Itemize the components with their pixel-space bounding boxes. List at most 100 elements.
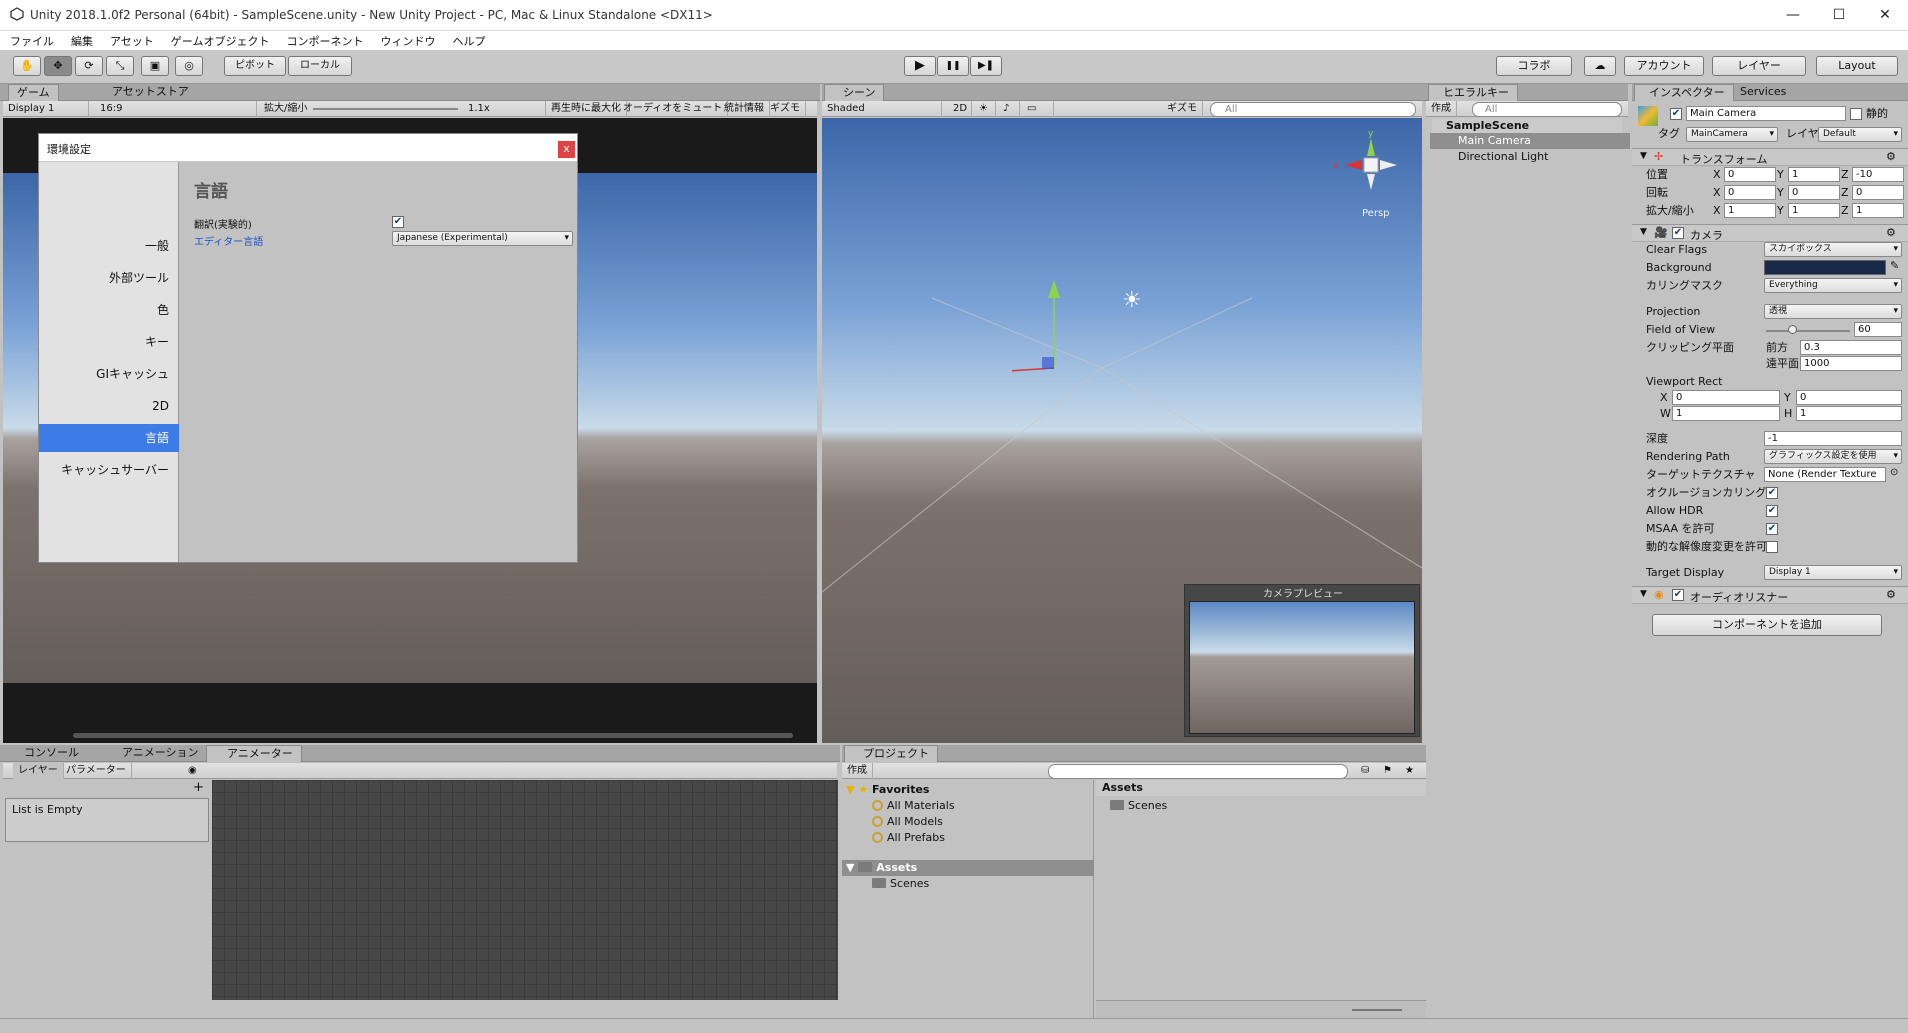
pref-gi-cache[interactable]: GIキャッシュ <box>39 360 179 388</box>
tab-game[interactable]: ゲーム <box>8 84 59 101</box>
tag-dropdown[interactable]: MainCamera <box>1686 127 1778 142</box>
pref-language[interactable]: 言語 <box>39 424 179 452</box>
rot-z-input[interactable]: 0 <box>1852 185 1904 200</box>
hierarchy-search-input[interactable]: All <box>1472 102 1622 117</box>
filter-type-icon[interactable]: ⛁ <box>1356 763 1374 779</box>
effects-dropdown-icon[interactable]: ▭ <box>1022 101 1054 117</box>
pref-general[interactable]: 一般 <box>39 232 179 260</box>
scale-slider[interactable] <box>313 108 458 110</box>
far-input[interactable]: 1000 <box>1800 356 1902 371</box>
scene-root-item[interactable]: SampleScene <box>1432 118 1622 133</box>
hand-tool-icon[interactable]: ✋ <box>13 56 41 76</box>
audio-settings-gear-icon[interactable]: ⚙ <box>1886 588 1896 601</box>
icon-size-slider[interactable] <box>1352 1009 1402 1011</box>
fav-all-materials[interactable]: All Materials <box>872 798 955 814</box>
shading-dropdown[interactable]: Shaded <box>822 101 942 117</box>
tab-console[interactable]: コンソール <box>6 745 87 762</box>
editor-language-dropdown[interactable]: Japanese (Experimental) <box>392 231 573 246</box>
transform-header[interactable]: ▼ ✢ トランスフォーム ⚙ <box>1632 148 1908 166</box>
assets-breadcrumb[interactable]: Assets <box>1096 780 1426 796</box>
project-create-dropdown[interactable]: 作成 <box>842 763 873 779</box>
favorites-node[interactable]: ▼ ★ Favorites <box>846 782 929 798</box>
audio-toggle-icon[interactable]: ♪ <box>998 101 1020 117</box>
scale-y-input[interactable]: 1 <box>1788 203 1840 218</box>
object-picker-icon[interactable]: ⊙ <box>1890 467 1898 478</box>
pref-2d[interactable]: 2D <box>39 392 179 420</box>
pos-x-input[interactable]: 0 <box>1724 167 1776 182</box>
eyedropper-icon[interactable]: ✎ <box>1890 259 1899 272</box>
viewport-h-input[interactable]: 1 <box>1796 406 1902 421</box>
directional-light-icon[interactable]: ☀ <box>1122 288 1142 313</box>
2d-toggle[interactable]: 2D <box>948 101 972 117</box>
culling-mask-dropdown[interactable]: Everything <box>1764 278 1902 293</box>
scene-gizmos-dropdown[interactable]: ギズモ <box>1162 101 1203 117</box>
pos-y-input[interactable]: 1 <box>1788 167 1840 182</box>
animator-graph[interactable] <box>212 780 838 1000</box>
target-texture-field[interactable]: None (Render Texture <box>1764 467 1886 482</box>
hierarchy-item-directional-light[interactable]: Directional Light <box>1430 149 1630 165</box>
menu-edit[interactable]: 編集 <box>61 31 100 49</box>
tab-inspector[interactable]: インスペクター <box>1634 84 1734 101</box>
scene-search-input[interactable]: All <box>1210 102 1416 117</box>
rot-x-input[interactable]: 0 <box>1724 185 1776 200</box>
pref-cache-server[interactable]: キャッシュサーバー <box>39 456 179 484</box>
tab-project[interactable]: プロジェクト <box>844 745 938 762</box>
layer-dropdown[interactable]: Default <box>1818 127 1902 142</box>
account-dropdown[interactable]: アカウント <box>1624 56 1704 76</box>
settings-gear-icon[interactable]: ⚙ <box>1886 150 1896 163</box>
layout-dropdown[interactable]: Layout <box>1816 56 1898 76</box>
play-button[interactable]: ▶ <box>904 56 936 76</box>
scale-x-input[interactable]: 1 <box>1724 203 1776 218</box>
pos-z-input[interactable]: -10 <box>1852 167 1904 182</box>
orientation-gizmo-icon[interactable]: y x <box>1327 128 1417 208</box>
project-search-input[interactable] <box>1048 764 1348 779</box>
menu-gameobject[interactable]: ゲームオブジェクト <box>161 31 277 49</box>
menu-assets[interactable]: アセット <box>100 31 161 49</box>
minimize-button[interactable]: — <box>1770 0 1816 31</box>
favorite-star-icon[interactable]: ★ <box>1400 763 1419 779</box>
pref-colors[interactable]: 色 <box>39 296 179 324</box>
rotate-tool-icon[interactable]: ⟳ <box>75 56 103 76</box>
cloud-icon[interactable]: ☁ <box>1584 56 1616 76</box>
grid-scenes-folder[interactable]: Scenes <box>1110 798 1167 814</box>
add-layer-button[interactable]: + <box>193 780 204 795</box>
background-color-swatch[interactable] <box>1764 260 1886 275</box>
tab-hierarchy[interactable]: ヒエラルキー <box>1428 84 1518 101</box>
scene-view[interactable]: ☀ y x Persp カメラプレビュー <box>822 118 1422 743</box>
fov-slider-thumb[interactable] <box>1788 325 1797 334</box>
depth-input[interactable]: -1 <box>1764 431 1902 446</box>
camera-header[interactable]: ▼ 🎥 ✔ カメラ ⚙ <box>1632 224 1908 242</box>
viewport-w-input[interactable]: 1 <box>1672 406 1780 421</box>
rect-tool-icon[interactable]: ▣ <box>141 56 169 76</box>
close-window-button[interactable]: ✕ <box>1862 0 1908 31</box>
move-tool-icon[interactable]: ✥ <box>44 56 72 76</box>
assets-node[interactable]: ▼ Assets <box>842 860 1094 876</box>
fav-all-models[interactable]: All Models <box>872 814 943 830</box>
pref-keys[interactable]: キー <box>39 328 179 356</box>
tab-asset-store[interactable]: アセットストア <box>104 84 197 101</box>
tab-services[interactable]: Services <box>1732 84 1794 101</box>
lighting-toggle-icon[interactable]: ☀ <box>974 101 996 117</box>
audio-listener-header[interactable]: ▼ ◉ ✔ オーディオリスナー ⚙ <box>1632 586 1908 604</box>
rot-y-input[interactable]: 0 <box>1788 185 1840 200</box>
clear-flags-dropdown[interactable]: スカイボックス <box>1764 242 1902 257</box>
parameters-tab[interactable]: パラメーター <box>61 763 132 779</box>
menu-help[interactable]: ヘルプ <box>442 31 492 49</box>
local-toggle[interactable]: ローカル <box>288 56 352 76</box>
scale-z-input[interactable]: 1 <box>1852 203 1904 218</box>
hierarchy-item-main-camera[interactable]: Main Camera <box>1430 133 1630 149</box>
viewport-x-input[interactable]: 0 <box>1672 390 1780 405</box>
camera-settings-gear-icon[interactable]: ⚙ <box>1886 226 1896 239</box>
game-scrollbar[interactable] <box>73 733 793 738</box>
occlusion-culling-checkbox[interactable]: ✔ <box>1766 487 1778 499</box>
add-component-button[interactable]: コンポーネントを追加 <box>1652 614 1882 636</box>
pref-external-tools[interactable]: 外部ツール <box>39 264 179 292</box>
transform-tool-icon[interactable]: ◎ <box>175 56 203 76</box>
collab-dropdown[interactable]: コラボ <box>1496 56 1572 76</box>
projection-dropdown[interactable]: 透視 <box>1764 304 1902 319</box>
target-display-dropdown[interactable]: Display 1 <box>1764 565 1902 580</box>
menu-file[interactable]: ファイル <box>0 31 61 49</box>
tab-animator[interactable]: アニメーター <box>206 745 302 762</box>
maximize-button[interactable]: ☐ <box>1816 0 1862 31</box>
tree-scenes-folder[interactable]: Scenes <box>872 876 929 892</box>
